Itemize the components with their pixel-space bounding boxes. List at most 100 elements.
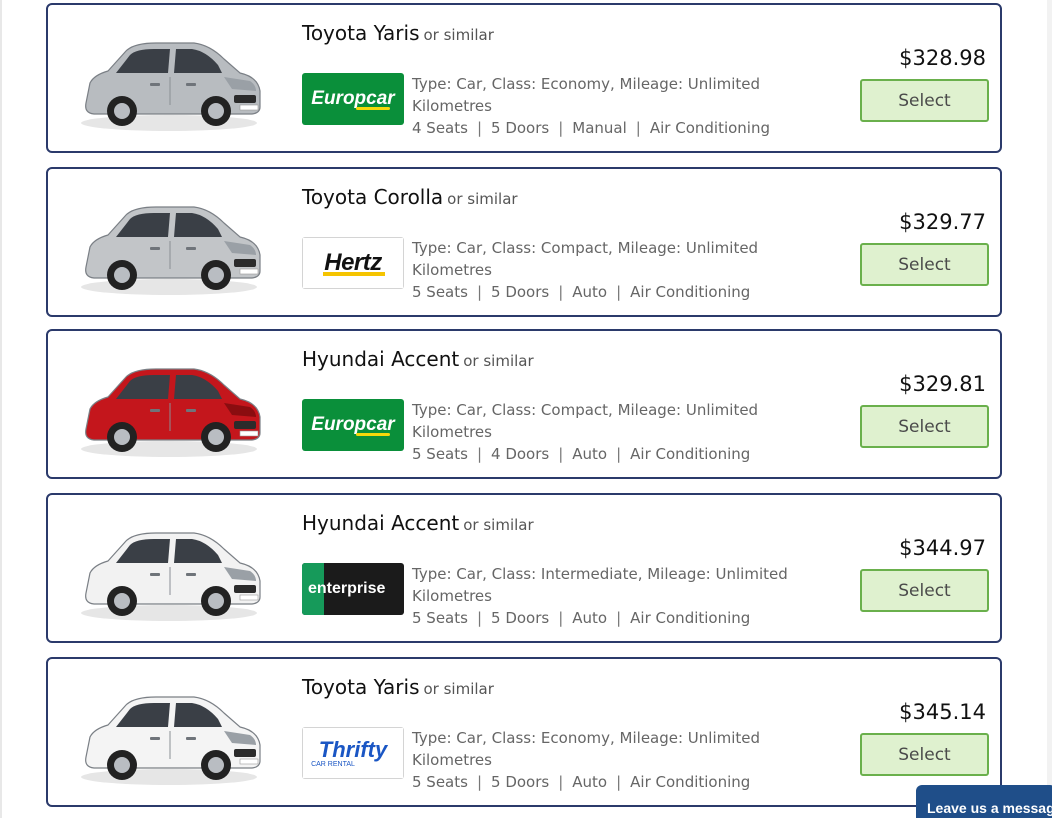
feature-separator: | (558, 609, 564, 627)
car-result-card: Toyota Yaris or similar Europcar Type: Ca… (46, 3, 1002, 153)
feature-separator: | (558, 283, 564, 301)
feature-separator: | (616, 445, 622, 463)
or-similar-label: or similar (463, 352, 534, 370)
search-results-page: Toyota Yaris or similar Europcar Type: Ca… (0, 0, 1052, 818)
car-features: 5 Seats | 5 Doors | Auto | Air Conditioning (412, 771, 812, 793)
car-title: Hyundai Accent or similar (302, 347, 534, 371)
select-button[interactable]: Select (860, 79, 989, 122)
car-image (64, 19, 274, 139)
feature-item: 5 Seats (412, 773, 468, 791)
car-features: 5 Seats | 5 Doors | Auto | Air Conditioning (412, 607, 812, 629)
feature-item: Manual (572, 119, 627, 137)
feature-item: 5 Doors (491, 283, 550, 301)
or-similar-label: or similar (447, 190, 518, 208)
feature-separator: | (476, 773, 483, 791)
car-result-card: Toyota Corolla or similar Hertz Type: Car… (46, 167, 1002, 317)
europcar-logo: Europcar (302, 73, 404, 125)
car-title: Toyota Yaris or similar (302, 675, 494, 699)
feature-item: 5 Doors (491, 773, 550, 791)
car-title: Hyundai Accent or similar (302, 511, 534, 535)
car-name: Hyundai Accent (302, 347, 460, 371)
chat-label: Leave us a message (927, 800, 1052, 816)
feature-item: 5 Seats (412, 445, 468, 463)
car-image (64, 183, 274, 303)
enterprise-logo: enterprise (302, 563, 404, 615)
feature-item: 5 Seats (412, 283, 468, 301)
supplier-logo: Thrifty CAR RENTAL (302, 727, 404, 779)
car-name: Hyundai Accent (302, 511, 460, 535)
feature-separator: | (558, 445, 564, 463)
logo-subtext: CAR RENTAL (311, 760, 355, 768)
car-name: Toyota Yaris (302, 21, 420, 45)
feature-item: Auto (572, 773, 608, 791)
logo-text: enterprise (308, 580, 386, 597)
car-price: $344.97 (899, 536, 986, 560)
select-button[interactable]: Select (860, 405, 989, 448)
supplier-logo: Europcar (302, 399, 404, 451)
feature-separator: | (635, 119, 641, 137)
car-details: Type: Car, Class: Compact, Mileage: Unli… (412, 399, 812, 465)
page-scrollbar[interactable] (1047, 0, 1052, 818)
feature-separator: | (476, 609, 483, 627)
europcar-logo: Europcar (302, 399, 404, 451)
page-edge-left (0, 0, 2, 818)
select-button[interactable]: Select (860, 243, 989, 286)
hertz-logo: Hertz (302, 237, 404, 289)
feature-item: 5 Doors (491, 609, 550, 627)
or-similar-label: or similar (423, 680, 494, 698)
car-meta: Type: Car, Class: Economy, Mileage: Unli… (412, 75, 761, 115)
car-price: $345.14 (899, 700, 986, 724)
car-price: $328.98 (899, 46, 986, 70)
car-illustration (81, 696, 261, 785)
feature-separator: | (476, 445, 483, 463)
feature-item: Air Conditioning (630, 773, 751, 791)
feature-item: Auto (572, 609, 608, 627)
select-button[interactable]: Select (860, 733, 989, 776)
or-similar-label: or similar (423, 26, 494, 44)
car-details: Type: Car, Class: Compact, Mileage: Unli… (412, 237, 812, 303)
car-features: 4 Seats | 5 Doors | Manual | Air Conditioning (412, 117, 812, 139)
car-image (64, 673, 274, 793)
car-result-card: Toyota Yaris or similar Thrifty CAR RENTA… (46, 657, 1002, 807)
feature-separator: | (616, 283, 622, 301)
feature-item: Air Conditioning (630, 609, 751, 627)
feature-item: Auto (572, 283, 608, 301)
feature-separator: | (616, 609, 622, 627)
feature-item: Auto (572, 445, 608, 463)
thrifty-logo: Thrifty CAR RENTAL (302, 727, 404, 779)
logo-underline (323, 272, 385, 276)
car-image (64, 345, 274, 465)
logo-swoosh (356, 433, 390, 436)
supplier-logo: enterprise (302, 563, 404, 615)
chat-tab[interactable]: Leave us a message (916, 785, 1052, 818)
car-title: Toyota Yaris or similar (302, 21, 494, 45)
feature-item: Air Conditioning (649, 119, 770, 137)
car-meta: Type: Car, Class: Intermediate, Mileage:… (412, 565, 788, 605)
feature-item: 4 Doors (491, 445, 550, 463)
feature-item: Air Conditioning (630, 283, 751, 301)
car-features: 5 Seats | 5 Doors | Auto | Air Conditioning (412, 281, 812, 303)
car-details: Type: Car, Class: Economy, Mileage: Unli… (412, 73, 812, 139)
supplier-logo: Europcar (302, 73, 404, 125)
feature-item: 4 Seats (412, 119, 468, 137)
feature-separator: | (616, 773, 622, 791)
logo-text: Thrifty (318, 736, 388, 762)
select-button[interactable]: Select (860, 569, 989, 612)
feature-item: Air Conditioning (630, 445, 751, 463)
feature-separator: | (558, 773, 564, 791)
car-features: 5 Seats | 4 Doors | Auto | Air Conditioning (412, 443, 812, 465)
car-result-card: Hyundai Accent or similar enterprise Type… (46, 493, 1002, 643)
feature-separator: | (476, 119, 483, 137)
car-price: $329.81 (899, 372, 986, 396)
car-price: $329.77 (899, 210, 986, 234)
car-illustration (81, 42, 261, 131)
supplier-logo: Hertz (302, 237, 404, 289)
car-title: Toyota Corolla or similar (302, 185, 518, 209)
logo-swoosh (356, 107, 390, 110)
feature-separator: | (558, 119, 564, 137)
feature-separator: | (476, 283, 483, 301)
or-similar-label: or similar (463, 516, 534, 534)
car-name: Toyota Yaris (302, 675, 420, 699)
car-result-card: Hyundai Accent or similar Europcar Type: … (46, 329, 1002, 479)
car-name: Toyota Corolla (302, 185, 444, 209)
